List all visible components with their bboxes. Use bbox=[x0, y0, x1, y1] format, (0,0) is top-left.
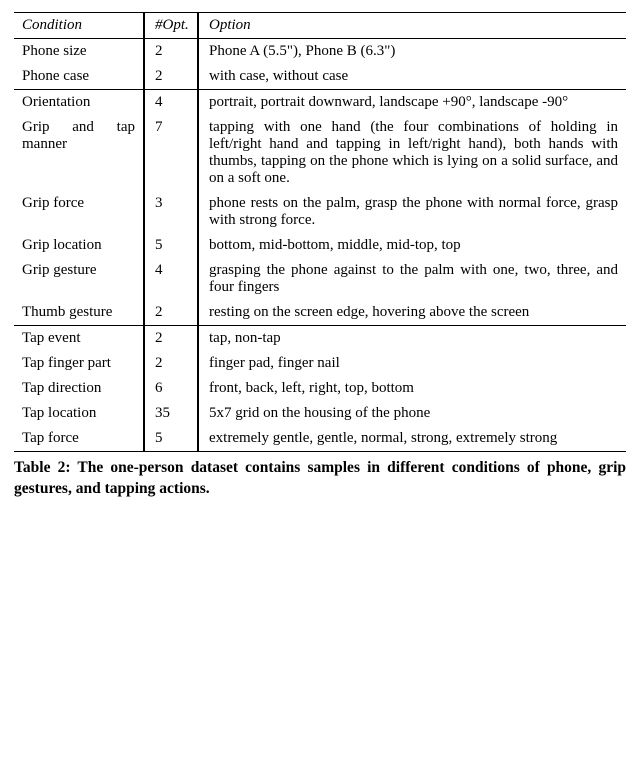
conditions-table-container: Condition #Opt. Option Phone size 2 Phon… bbox=[0, 0, 640, 500]
cell-condition: Orientation bbox=[14, 90, 144, 116]
cell-opt-count: 35 bbox=[144, 401, 198, 426]
cell-opt-count: 2 bbox=[144, 64, 198, 90]
cell-option: extremely gentle, gentle, normal, strong… bbox=[198, 426, 626, 452]
table-row: Grip location 5 bottom, mid-bottom, midd… bbox=[14, 233, 626, 258]
cell-opt-count: 5 bbox=[144, 426, 198, 452]
table-row: Tap location 35 5x7 grid on the housing … bbox=[14, 401, 626, 426]
cell-option: resting on the screen edge, hovering abo… bbox=[198, 300, 626, 326]
cell-option: 5x7 grid on the housing of the phone bbox=[198, 401, 626, 426]
cell-option: bottom, mid-bottom, middle, mid-top, top bbox=[198, 233, 626, 258]
table-row: Phone case 2 with case, without case bbox=[14, 64, 626, 90]
cell-opt-count: 7 bbox=[144, 115, 198, 191]
cell-condition: Tap location bbox=[14, 401, 144, 426]
cell-condition: Thumb gesture bbox=[14, 300, 144, 326]
cell-option: front, back, left, right, top, bottom bbox=[198, 376, 626, 401]
table-row: Tap finger part 2 finger pad, finger nai… bbox=[14, 351, 626, 376]
cell-option: with case, without case bbox=[198, 64, 626, 90]
cell-opt-count: 2 bbox=[144, 300, 198, 326]
cell-condition: Grip location bbox=[14, 233, 144, 258]
cell-opt-count: 4 bbox=[144, 90, 198, 116]
cell-opt-count: 6 bbox=[144, 376, 198, 401]
cell-option: portrait, portrait downward, landscape +… bbox=[198, 90, 626, 116]
table-row: Grip force 3 phone rests on the palm, gr… bbox=[14, 191, 626, 233]
table-row: Orientation 4 portrait, portrait downwar… bbox=[14, 90, 626, 116]
cell-condition: Grip and tap manner bbox=[14, 115, 144, 191]
table-caption: Table 2: The one-person dataset contains… bbox=[14, 452, 626, 500]
cell-condition: Phone case bbox=[14, 64, 144, 90]
cell-option: phone rests on the palm, grasp the phone… bbox=[198, 191, 626, 233]
cell-option: finger pad, finger nail bbox=[198, 351, 626, 376]
table-row: Tap event 2 tap, non-tap bbox=[14, 326, 626, 352]
table-row: Thumb gesture 2 resting on the screen ed… bbox=[14, 300, 626, 326]
cell-opt-count: 2 bbox=[144, 351, 198, 376]
cell-condition: Tap finger part bbox=[14, 351, 144, 376]
conditions-table: Condition #Opt. Option Phone size 2 Phon… bbox=[14, 12, 626, 452]
table-row: Grip and tap manner 7 tapping with one h… bbox=[14, 115, 626, 191]
table-header-row: Condition #Opt. Option bbox=[14, 13, 626, 39]
cell-opt-count: 4 bbox=[144, 258, 198, 300]
cell-condition: Tap direction bbox=[14, 376, 144, 401]
cell-condition: Tap event bbox=[14, 326, 144, 352]
cell-opt-count: 2 bbox=[144, 39, 198, 65]
cell-option: Phone A (5.5"), Phone B (6.3") bbox=[198, 39, 626, 65]
cell-condition: Phone size bbox=[14, 39, 144, 65]
cell-option: tap, non-tap bbox=[198, 326, 626, 352]
table-row: Tap force 5 extremely gentle, gentle, no… bbox=[14, 426, 626, 452]
header-opt-count: #Opt. bbox=[144, 13, 198, 39]
table-row: Grip gesture 4 grasping the phone agains… bbox=[14, 258, 626, 300]
cell-condition: Grip force bbox=[14, 191, 144, 233]
cell-opt-count: 3 bbox=[144, 191, 198, 233]
cell-opt-count: 2 bbox=[144, 326, 198, 352]
cell-option: tapping with one hand (the four combinat… bbox=[198, 115, 626, 191]
header-option: Option bbox=[198, 13, 626, 39]
header-condition: Condition bbox=[14, 13, 144, 39]
table-row: Tap direction 6 front, back, left, right… bbox=[14, 376, 626, 401]
cell-condition: Grip gesture bbox=[14, 258, 144, 300]
cell-opt-count: 5 bbox=[144, 233, 198, 258]
cell-condition: Tap force bbox=[14, 426, 144, 452]
cell-option: grasping the phone against to the palm w… bbox=[198, 258, 626, 300]
table-row: Phone size 2 Phone A (5.5"), Phone B (6.… bbox=[14, 39, 626, 65]
